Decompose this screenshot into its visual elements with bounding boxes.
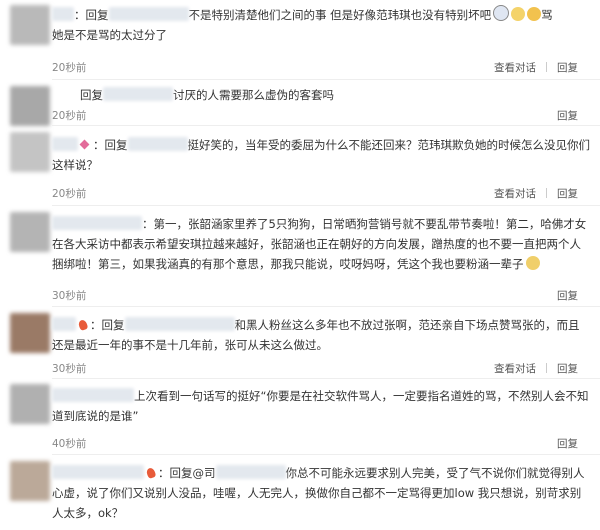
- reply-prefix: ：回复: [90, 318, 125, 332]
- blurred-username[interactable]: [124, 317, 235, 331]
- flame-icon: [77, 318, 89, 332]
- comment-actions: 查看对话 回复: [494, 60, 578, 75]
- blurred-username[interactable]: [103, 87, 173, 101]
- comment-body-line2: 她是不是骂的太过分了: [52, 28, 167, 42]
- divider: [546, 188, 547, 198]
- reply-link[interactable]: 回复: [557, 361, 578, 376]
- reply-link[interactable]: 回复: [557, 108, 578, 123]
- comment-item: ：回复 和黑人粉丝这么多年也不放过张啊，范还亲自下场点赞骂张的，而且还是最近一年的…: [0, 307, 600, 379]
- reply-prefix: ：回复: [74, 8, 109, 22]
- blurred-username[interactable]: [52, 388, 134, 402]
- blurred-username[interactable]: [52, 216, 142, 230]
- blurred-username[interactable]: [52, 317, 76, 331]
- comment-item: 回复 讨厌的人需要那么虚伪的客套吗 20秒前 回复: [0, 80, 600, 126]
- divider: [546, 363, 547, 373]
- comment-body: 讨厌的人需要那么虚伪的客套吗: [173, 88, 334, 102]
- emoji-icon: [511, 7, 526, 21]
- timestamp: 20秒前: [52, 110, 87, 122]
- timestamp: 30秒前: [52, 290, 87, 302]
- reply-prefix: ：回复: [93, 138, 128, 152]
- view-conversation-link[interactable]: 查看对话: [494, 60, 536, 75]
- divider: [546, 62, 547, 72]
- avatar[interactable]: [10, 313, 50, 353]
- reply-prefix: 回复: [80, 88, 103, 102]
- comment-actions: 回复: [557, 108, 578, 123]
- comment-item: ：第一，张韶涵家里养了5只狗狗，日常晒狗营销号就不要乱带节奏啦！第二，哈佛才女在…: [0, 206, 600, 307]
- reply-link[interactable]: 回复: [557, 436, 578, 451]
- comment-text: ：回复 和黑人粉丝这么多年也不放过张啊，范还亲自下场点赞骂张的，而且还是最近一年的…: [52, 315, 590, 355]
- flame-icon: [145, 466, 157, 480]
- view-conversation-link[interactable]: 查看对话: [494, 361, 536, 376]
- avatar[interactable]: [10, 86, 50, 126]
- comment-text: 上次看到一句话写的挺好“你要是在社交软件骂人，一定要指名道姓的骂，不然别人会不知…: [52, 386, 590, 426]
- blurred-username[interactable]: [52, 7, 74, 21]
- comment-body-trail: 骂: [541, 8, 553, 22]
- blurred-username[interactable]: [52, 465, 144, 479]
- timestamp: 30秒前: [52, 363, 87, 375]
- avatar[interactable]: [10, 384, 50, 424]
- reply-link[interactable]: 回复: [557, 186, 578, 201]
- avatar[interactable]: [10, 132, 50, 172]
- avatar[interactable]: [10, 461, 50, 501]
- comment-text: 回复 讨厌的人需要那么虚伪的客套吗: [80, 85, 600, 105]
- emoji-icon: [493, 5, 510, 21]
- emoji-icon: [527, 7, 542, 21]
- heart-icon: [79, 139, 90, 150]
- comment-text: ：回复 挺好笑的，当年受的委屈为什么不能还回来？范玮琪欺负她的时候怎么没见你们这样…: [52, 135, 590, 175]
- comment-text: ：回复 不是特别清楚他们之间的事 但是好像范玮琪也没有特别坏吧 骂 她是不是骂的太过…: [52, 5, 590, 45]
- comment-text: ：回复@司 你总不可能永远要求别人完美，受了气不说你们就觉得别人心虚，说了你们又说…: [52, 463, 590, 523]
- blurred-username[interactable]: [127, 137, 188, 151]
- comment-list: ：回复 不是特别清楚他们之间的事 但是好像范玮琪也没有特别坏吧 骂 她是不是骂的太过…: [0, 0, 600, 530]
- comment-item: ：回复 挺好笑的，当年受的委屈为什么不能还回来？范玮琪欺负她的时候怎么没见你们这样…: [0, 126, 600, 206]
- comment-actions: 回复: [557, 288, 578, 303]
- timestamp: 20秒前: [52, 62, 87, 74]
- avatar[interactable]: [10, 5, 50, 45]
- comment-actions: 查看对话 回复: [494, 361, 578, 376]
- comment-item: 上次看到一句话写的挺好“你要是在社交软件骂人，一定要指名道姓的骂，不然别人会不知…: [0, 378, 600, 455]
- blurred-username[interactable]: [215, 465, 286, 479]
- blurred-username[interactable]: [108, 7, 189, 21]
- timestamp: 40秒前: [52, 438, 87, 450]
- reply-link[interactable]: 回复: [557, 288, 578, 303]
- reply-prefix: ：回复@司: [158, 466, 216, 480]
- comment-actions: 回复: [557, 436, 578, 451]
- avatar[interactable]: [10, 212, 50, 252]
- comment-actions: 查看对话 回复: [494, 186, 578, 201]
- reply-link[interactable]: 回复: [557, 60, 578, 75]
- blurred-username[interactable]: [52, 137, 78, 151]
- view-conversation-link[interactable]: 查看对话: [494, 186, 536, 201]
- comment-item: ：回复 不是特别清楚他们之间的事 但是好像范玮琪也没有特别坏吧 骂 她是不是骂的太过…: [0, 0, 600, 80]
- comment-body: 不是特别清楚他们之间的事 但是好像范玮琪也没有特别坏吧: [188, 8, 492, 22]
- timestamp: 20秒前: [52, 188, 87, 200]
- comment-item: ：回复@司 你总不可能永远要求别人完美，受了气不说你们就觉得别人心虚，说了你们又说…: [0, 455, 600, 530]
- comment-text: ：第一，张韶涵家里养了5只狗狗，日常晒狗营销号就不要乱带节奏啦！第二，哈佛才女在…: [52, 214, 590, 274]
- emoji-icon: [525, 256, 540, 270]
